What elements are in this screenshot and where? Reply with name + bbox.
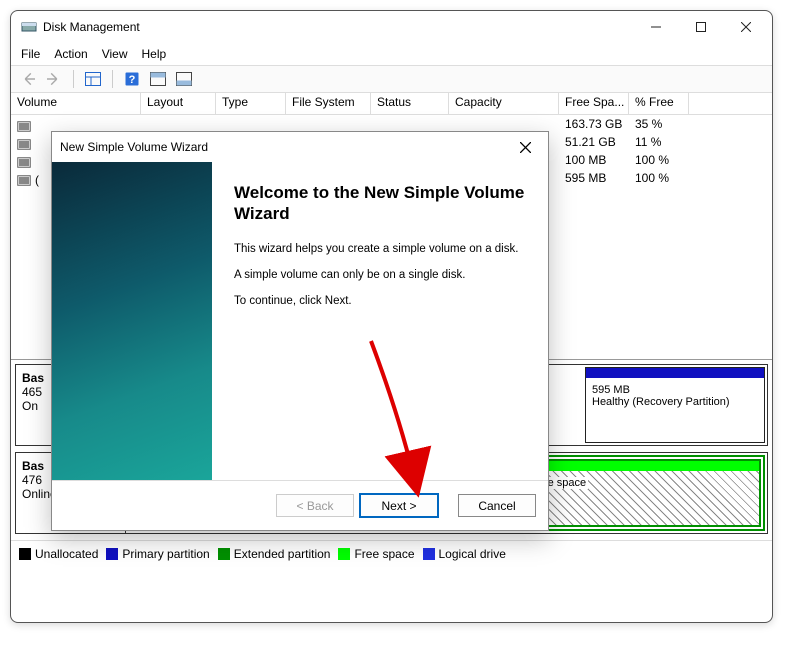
legend-swatch-unallocated bbox=[19, 548, 31, 560]
wizard-sidebar-graphic bbox=[52, 162, 212, 480]
col-free[interactable]: Free Spa... bbox=[559, 93, 629, 114]
legend-swatch-free bbox=[338, 548, 350, 560]
cancel-button[interactable]: Cancel bbox=[458, 494, 536, 517]
forward-icon[interactable] bbox=[43, 68, 65, 90]
toolbar: ? bbox=[11, 65, 772, 93]
legend-swatch-primary bbox=[106, 548, 118, 560]
wizard-titlebar: New Simple Volume Wizard bbox=[52, 132, 548, 162]
col-type[interactable]: Type bbox=[216, 93, 286, 114]
disk-icon bbox=[17, 139, 31, 150]
toolbar-separator bbox=[112, 70, 113, 88]
toolbar-separator bbox=[73, 70, 74, 88]
list-item[interactable] bbox=[13, 135, 39, 153]
minimize-button[interactable] bbox=[633, 12, 678, 42]
new-simple-volume-wizard: New Simple Volume Wizard Welcome to the … bbox=[51, 131, 549, 531]
column-headers: Volume Layout Type File System Status Ca… bbox=[11, 93, 772, 115]
back-icon[interactable] bbox=[17, 68, 39, 90]
wizard-button-row: < Back Next > Cancel bbox=[52, 480, 548, 530]
next-button[interactable]: Next > bbox=[360, 494, 438, 517]
back-button: < Back bbox=[276, 494, 354, 517]
wizard-text: A simple volume can only be on a single … bbox=[234, 269, 526, 281]
toolbar-view-bottom-icon[interactable] bbox=[173, 68, 195, 90]
wizard-content: Welcome to the New Simple Volume Wizard … bbox=[212, 162, 548, 480]
disk-icon bbox=[17, 157, 31, 168]
disk-management-window: Disk Management File Action View Help ? … bbox=[10, 10, 773, 623]
wizard-close-button[interactable] bbox=[510, 132, 540, 162]
wizard-text: This wizard helps you create a simple vo… bbox=[234, 243, 526, 255]
col-capacity[interactable]: Capacity bbox=[449, 93, 559, 114]
list-item[interactable] bbox=[13, 153, 39, 171]
titlebar: Disk Management bbox=[11, 11, 772, 43]
toolbar-view-top-icon[interactable] bbox=[147, 68, 169, 90]
legend-swatch-logical bbox=[423, 548, 435, 560]
menu-help[interactable]: Help bbox=[142, 47, 167, 61]
menu-file[interactable]: File bbox=[21, 47, 40, 61]
wizard-text: To continue, click Next. bbox=[234, 295, 526, 307]
disk-icon bbox=[17, 175, 31, 186]
col-pct[interactable]: % Free bbox=[629, 93, 689, 114]
list-item[interactable] bbox=[13, 117, 39, 135]
col-filesystem[interactable]: File System bbox=[286, 93, 371, 114]
col-volume[interactable]: Volume bbox=[11, 93, 141, 114]
legend: Unallocated Primary partition Extended p… bbox=[11, 540, 772, 566]
window-title: Disk Management bbox=[43, 20, 633, 34]
disk-icon bbox=[17, 121, 31, 132]
help-icon[interactable]: ? bbox=[121, 68, 143, 90]
col-spacer bbox=[689, 93, 772, 114]
menu-action[interactable]: Action bbox=[54, 47, 87, 61]
menubar: File Action View Help bbox=[11, 43, 772, 65]
app-icon bbox=[21, 19, 37, 35]
list-item[interactable]: ( bbox=[13, 171, 39, 189]
window-controls bbox=[633, 12, 768, 42]
legend-swatch-extended bbox=[218, 548, 230, 560]
toolbar-layout-icon[interactable] bbox=[82, 68, 104, 90]
wizard-heading: Welcome to the New Simple Volume Wizard bbox=[234, 182, 526, 225]
maximize-button[interactable] bbox=[678, 12, 723, 42]
col-status[interactable]: Status bbox=[371, 93, 449, 114]
menu-view[interactable]: View bbox=[102, 47, 128, 61]
partition-recovery[interactable]: 595 MB Healthy (Recovery Partition) bbox=[585, 367, 765, 443]
svg-text:?: ? bbox=[129, 74, 136, 86]
col-layout[interactable]: Layout bbox=[141, 93, 216, 114]
wizard-title: New Simple Volume Wizard bbox=[60, 140, 208, 154]
close-button[interactable] bbox=[723, 12, 768, 42]
